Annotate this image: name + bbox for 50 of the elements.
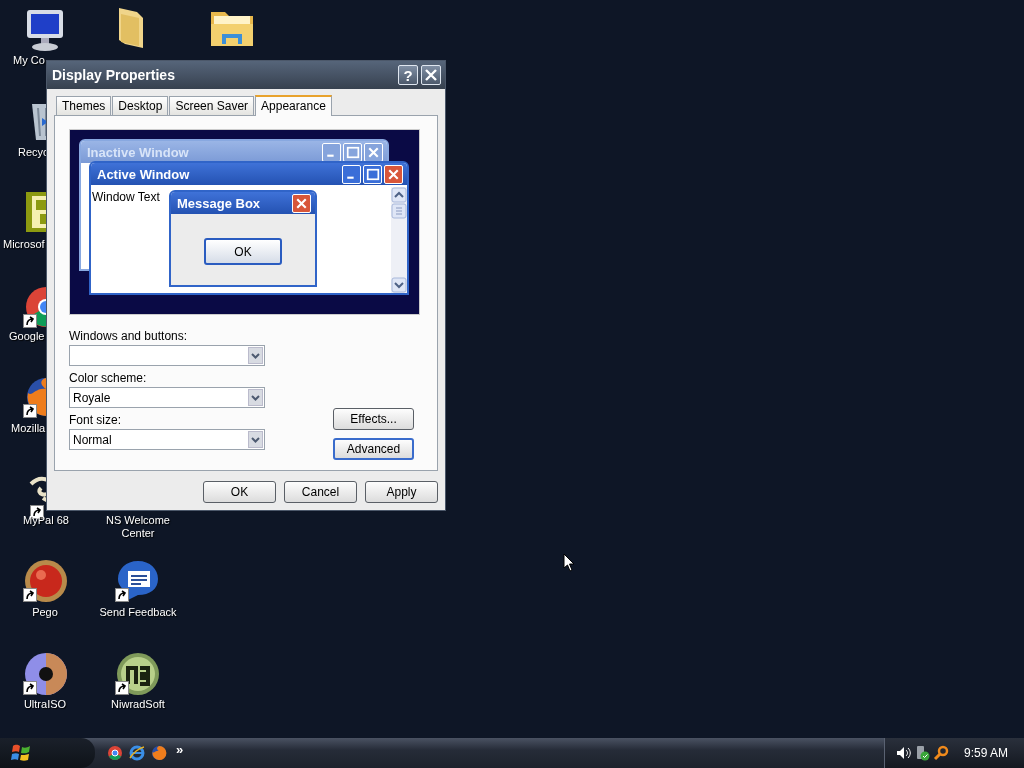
icon-label: MyPal 68 [22, 514, 70, 527]
icon-label: Google [9, 330, 45, 343]
close-icon [292, 193, 311, 213]
ok-button[interactable]: OK [204, 238, 282, 265]
minimize-icon [342, 164, 361, 184]
flag-logo-icon [10, 743, 32, 763]
icon-label: Microsof [3, 238, 45, 251]
field-label: Windows and buttons: [69, 330, 189, 343]
more-chevron[interactable]: » [176, 741, 184, 757]
help-button[interactable]: ? [398, 65, 418, 85]
maximize-icon [363, 164, 382, 184]
icon-label: NS Welcome Center [105, 514, 171, 540]
tab[interactable]: Desktop [112, 96, 169, 115]
dialog-button[interactable]: OK [203, 481, 276, 503]
browser-logo-icon[interactable] [107, 745, 123, 761]
icon-label: My Co [13, 54, 45, 67]
dropdown[interactable]: Normal [69, 429, 265, 450]
magnifier-icon[interactable] [932, 745, 949, 761]
disc-icon [22, 650, 70, 698]
window-title: Active Window [97, 166, 191, 182]
start-button[interactable] [0, 738, 95, 768]
cursor-icon [563, 553, 575, 572]
tab[interactable]: Appearance [255, 95, 332, 116]
dialog-button[interactable]: Effects... [333, 408, 414, 430]
close-icon [384, 164, 403, 184]
icon-label: NiwradSoft [110, 698, 166, 711]
window-title: Inactive Window [87, 144, 190, 160]
field-label: Font size: [69, 414, 123, 427]
speaker-icon[interactable] [894, 745, 911, 761]
dialog-button[interactable]: Advanced [333, 438, 414, 460]
icon-label: UltraISO [22, 698, 68, 711]
dropdown[interactable] [69, 345, 265, 366]
window-title: Message Box [177, 195, 262, 211]
scrollbar-thumb [391, 203, 407, 219]
round-logo-icon [114, 650, 162, 698]
icon-label: Mozilla [11, 422, 46, 435]
icon-label: Pego [31, 606, 59, 619]
dialog-button[interactable]: Apply [365, 481, 438, 503]
dialog-button[interactable]: Cancel [284, 481, 357, 503]
window-text: Window Text [92, 190, 160, 204]
tab[interactable]: Screen Saver [169, 96, 255, 115]
tab[interactable]: Themes [56, 96, 112, 115]
field-label: Color scheme: [69, 372, 148, 385]
dropdown[interactable]: Royale [69, 387, 265, 408]
close-button[interactable] [421, 65, 441, 85]
clock: 9:59 AM [963, 746, 1008, 760]
icon-label: Send Feedback [98, 606, 178, 619]
window-title: Display Properties [51, 67, 176, 83]
browser-logo-icon[interactable] [129, 745, 145, 761]
ball-icon [22, 557, 70, 605]
